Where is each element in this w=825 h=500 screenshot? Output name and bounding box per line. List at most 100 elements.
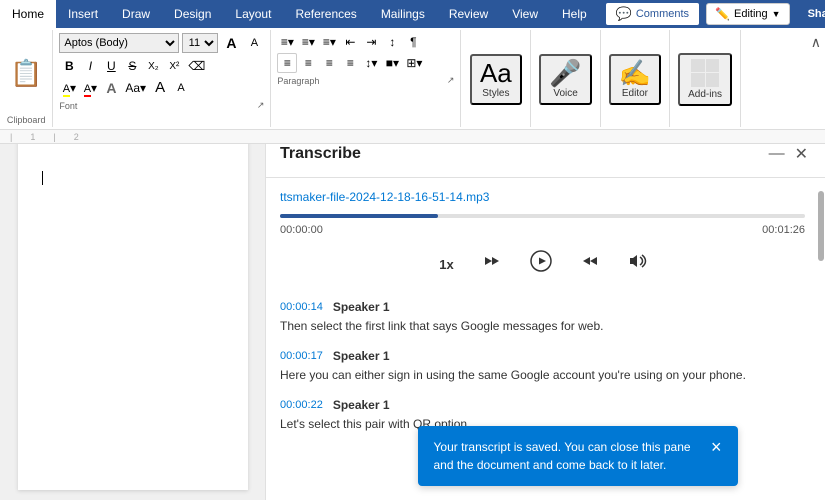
tab-home[interactable]: Home: [0, 0, 56, 28]
bullets-button[interactable]: ≡▾: [277, 33, 297, 51]
panel-header-controls: — ✕: [766, 141, 811, 167]
toast-close-button[interactable]: ×: [701, 438, 722, 456]
shading-button[interactable]: ■▾: [382, 54, 402, 72]
paragraph-group: ≡▾ ≡▾ ≡▾ ⇤ ⇥ ↕ ¶ ≡ ≡ ≡ ≡ ↕▾ ■▾ ⊞▾: [271, 30, 461, 127]
tab-design[interactable]: Design: [162, 0, 223, 28]
cursor: [42, 171, 43, 185]
comments-label: Comments: [636, 8, 689, 20]
editing-button[interactable]: ✏️ Editing ▼: [706, 3, 790, 25]
doc-area: [0, 131, 265, 500]
font-size-select[interactable]: 11: [182, 33, 218, 53]
transcript-speaker-2: Speaker 1: [333, 349, 390, 363]
editor-icon: ✍: [619, 60, 651, 86]
font-group-label: Font ↗: [59, 100, 264, 111]
toast-message: Your transcript is saved. You can close …: [434, 438, 701, 474]
align-left-button[interactable]: ≡: [277, 53, 297, 73]
borders-button[interactable]: ⊞▾: [403, 54, 425, 72]
addins-button[interactable]: Add-ins: [678, 53, 732, 106]
transcript-speaker-3: Speaker 1: [333, 398, 390, 412]
clear-format-button[interactable]: ⌫: [185, 57, 208, 75]
styles-label: Styles: [482, 88, 509, 99]
underline-button[interactable]: U: [101, 57, 121, 75]
font-grow2-button[interactable]: A: [150, 77, 170, 98]
tab-review[interactable]: Review: [437, 0, 500, 28]
volume-button[interactable]: [622, 246, 652, 282]
font-expand-icon[interactable]: ↗: [257, 100, 265, 111]
rewind-button[interactable]: [478, 246, 508, 282]
clipboard-icon-btn[interactable]: 📋: [6, 54, 46, 93]
ruler: | 1 | 2: [0, 130, 825, 144]
numbering-button[interactable]: ≡▾: [298, 33, 318, 51]
italic-button[interactable]: I: [80, 57, 100, 75]
line-spacing-button[interactable]: ↕▾: [361, 54, 381, 72]
shrink-font-button[interactable]: A: [244, 35, 264, 51]
dictate-label: Voice: [553, 88, 577, 99]
pilcrow-button[interactable]: ¶: [403, 33, 423, 51]
ribbon-collapse-btn[interactable]: ∧: [807, 30, 825, 127]
styles-icon: Aa: [480, 60, 512, 86]
forward-button[interactable]: [574, 246, 604, 282]
tab-references[interactable]: References: [283, 0, 368, 28]
playback-controls: 1x: [280, 246, 805, 282]
pencil-icon: ✏️: [715, 7, 730, 21]
paragraph-expand-icon[interactable]: ↗: [447, 75, 455, 86]
microphone-icon: 🎤: [549, 60, 581, 86]
tab-mailings[interactable]: Mailings: [369, 0, 437, 28]
grow-font-button[interactable]: A: [221, 33, 241, 53]
decrease-indent-button[interactable]: ⇤: [340, 33, 360, 51]
align-justify-button[interactable]: ≡: [340, 54, 360, 72]
transcript-entry-2: 00:00:17 Speaker 1 Here you can either s…: [280, 349, 805, 384]
multilevel-button[interactable]: ≡▾: [319, 33, 339, 51]
font-shrink2-button[interactable]: A: [171, 80, 191, 96]
editing-label: Editing: [734, 8, 768, 20]
subscript-button[interactable]: X₂: [143, 59, 163, 74]
align-right-button[interactable]: ≡: [319, 54, 339, 72]
app-body: Transcribe — ✕ ttsmaker-file-2024-12-18-…: [0, 131, 825, 500]
panel-scrollbar[interactable]: [817, 171, 825, 500]
tab-help[interactable]: Help: [550, 0, 599, 28]
time-current: 00:00:00: [280, 224, 323, 236]
dictate-button[interactable]: 🎤 Voice: [539, 54, 591, 105]
audio-progress-bar[interactable]: [280, 214, 805, 218]
transcript-speaker-1: Speaker 1: [333, 300, 390, 314]
transcript-time-1[interactable]: 00:00:14: [280, 301, 323, 313]
strikethrough-button[interactable]: S: [122, 57, 142, 75]
bold-button[interactable]: B: [59, 57, 79, 75]
minimize-panel-button[interactable]: —: [766, 141, 788, 167]
comments-button[interactable]: 💬 Comments: [605, 2, 700, 26]
play-button[interactable]: [526, 246, 556, 282]
align-center-button[interactable]: ≡: [298, 54, 318, 72]
transcript-text-1: Then select the first link that says Goo…: [280, 317, 805, 335]
transcript-list: 00:00:14 Speaker 1 Then select the first…: [280, 300, 805, 433]
speed-button[interactable]: 1x: [433, 253, 459, 276]
text-highlight-button[interactable]: A▾: [59, 79, 79, 97]
panel-scrollbar-thumb[interactable]: [818, 191, 824, 261]
ruler-1: 1: [30, 132, 35, 142]
audio-file-name[interactable]: ttsmaker-file-2024-12-18-16-51-14.mp3: [280, 190, 805, 204]
superscript-button[interactable]: X²: [164, 59, 184, 74]
increase-indent-button[interactable]: ⇥: [361, 33, 381, 51]
tab-draw[interactable]: Draw: [110, 0, 162, 28]
comment-icon: 💬: [616, 6, 632, 22]
tab-layout[interactable]: Layout: [223, 0, 283, 28]
transcript-time-3[interactable]: 00:00:22: [280, 399, 323, 411]
transcript-time-2[interactable]: 00:00:17: [280, 350, 323, 362]
text-effects-button[interactable]: A: [101, 78, 121, 98]
font-color-button[interactable]: A▾: [80, 79, 100, 97]
tab-insert[interactable]: Insert: [56, 0, 110, 28]
transcript-text-2: Here you can either sign in using the sa…: [280, 366, 805, 384]
clipboard-label: Clipboard: [6, 115, 46, 125]
transcribe-panel: Transcribe — ✕ ttsmaker-file-2024-12-18-…: [265, 131, 825, 500]
paste-icon: 📋: [10, 58, 42, 89]
time-total: 00:01:26: [762, 224, 805, 236]
sort-button[interactable]: ↕: [382, 33, 402, 51]
editor-button[interactable]: ✍ Editor: [609, 54, 661, 105]
share-button[interactable]: Share: [796, 4, 825, 24]
styles-gallery-button[interactable]: Aa Styles: [470, 54, 522, 105]
time-display: 00:00:00 00:01:26: [280, 224, 805, 236]
change-case-button[interactable]: Aa▾: [122, 79, 149, 97]
tab-view[interactable]: View: [500, 0, 550, 28]
addins-label: Add-ins: [688, 89, 722, 100]
font-family-select[interactable]: Aptos (Body): [59, 33, 179, 53]
close-panel-button[interactable]: ✕: [792, 141, 811, 167]
